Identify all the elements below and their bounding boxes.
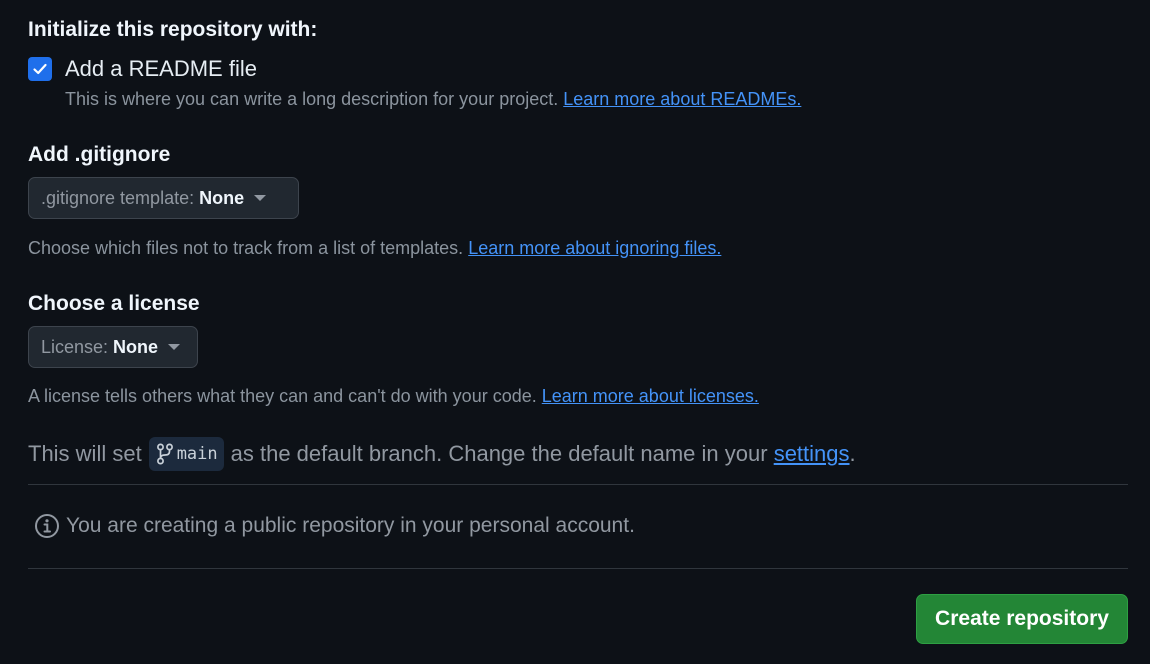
readme-label[interactable]: Add a README file <box>65 56 257 82</box>
gitignore-select-value: None <box>199 187 245 208</box>
readme-description-text: This is where you can write a long descr… <box>65 89 559 109</box>
gitignore-learn-more-link[interactable]: Learn more about ignoring files. <box>468 238 721 258</box>
license-description-text: A license tells others what they can and… <box>28 386 537 406</box>
branch-chip: main <box>148 437 224 471</box>
branch-prefix-text: This will set <box>28 441 142 466</box>
license-select-prefix: License: <box>41 336 109 357</box>
gitignore-description-text: Choose which files not to track from a l… <box>28 238 464 258</box>
license-description: A license tells others what they can and… <box>28 385 759 407</box>
license-select-value: None <box>113 336 159 357</box>
readme-checkbox[interactable] <box>28 57 52 81</box>
chevron-down-icon <box>168 344 181 350</box>
public-repo-notice: You are creating a public repository in … <box>34 513 635 539</box>
git-branch-icon <box>156 443 173 465</box>
branch-suffix-text: . <box>849 441 856 466</box>
chevron-down-icon <box>254 195 267 201</box>
gitignore-select-prefix: .gitignore template: <box>41 187 195 208</box>
gitignore-template-select[interactable]: .gitignore template: None <box>28 177 299 219</box>
divider <box>28 568 1128 569</box>
public-repo-notice-text: You are creating a public repository in … <box>66 514 635 537</box>
create-repository-button[interactable]: Create repository <box>916 594 1128 644</box>
settings-link[interactable]: settings <box>774 437 850 471</box>
new-repository-form: Initialize this repository with: Add a R… <box>0 0 1150 664</box>
readme-description: This is where you can write a long descr… <box>65 88 801 110</box>
gitignore-description: Choose which files not to track from a l… <box>28 237 721 259</box>
initialize-title: Initialize this repository with: <box>28 18 318 41</box>
license-select[interactable]: License: None <box>28 326 198 368</box>
readme-learn-more-link[interactable]: Learn more about READMEs. <box>563 89 801 109</box>
checkmark-icon <box>33 63 47 75</box>
branch-name: main <box>176 444 218 464</box>
readme-option: Add a README file <box>28 56 257 82</box>
default-branch-note: This will set main as the default branch… <box>28 437 856 471</box>
license-title: Choose a license <box>28 292 200 315</box>
info-icon <box>35 514 59 538</box>
license-learn-more-link[interactable]: Learn more about licenses. <box>542 386 759 406</box>
divider <box>28 484 1128 485</box>
gitignore-title: Add .gitignore <box>28 143 171 166</box>
branch-middle-text: as the default branch. Change the defaul… <box>230 441 768 466</box>
